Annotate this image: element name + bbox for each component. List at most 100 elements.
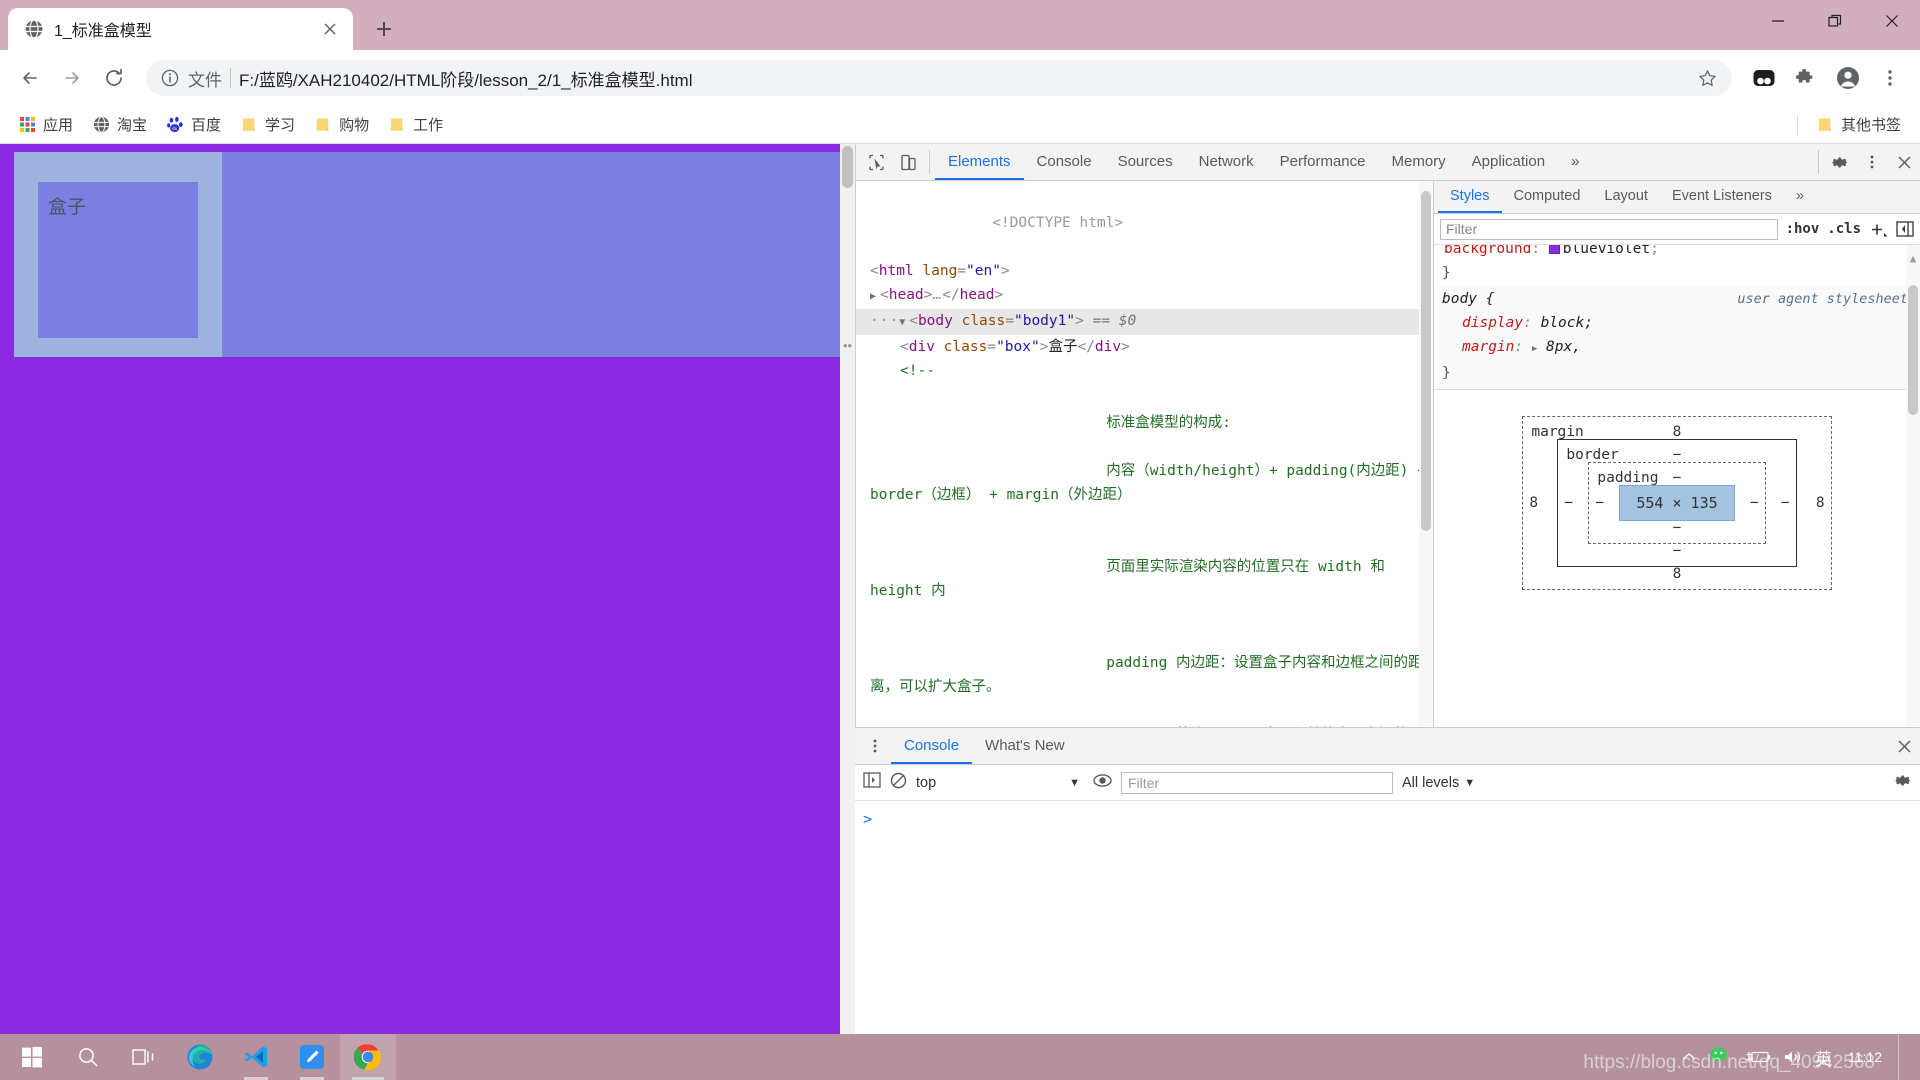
styles-tab-computed[interactable]: Computed [1502, 181, 1593, 213]
live-expression-icon[interactable] [1093, 772, 1112, 794]
padding-top-value[interactable]: − [1589, 466, 1764, 490]
devtools-close-icon[interactable] [1888, 144, 1920, 180]
box-model-border[interactable]: border − − − − padding − − − − 554 × 135 [1557, 439, 1797, 567]
profile-avatar-icon[interactable] [1828, 58, 1868, 98]
devtools-tab-console[interactable]: Console [1024, 144, 1105, 180]
dom-line-body-selected[interactable]: ···▼ <body class="body1"> == $0 [856, 309, 1433, 335]
dom-scrollbar-thumb[interactable] [1421, 191, 1431, 531]
clear-console-icon[interactable] [890, 772, 907, 794]
bookmark-baidu[interactable]: du 百度 [158, 110, 230, 139]
styles-more-tabs-icon[interactable]: » [1784, 181, 1816, 213]
taskbar-item-notes[interactable] [284, 1034, 340, 1080]
star-icon[interactable] [1690, 61, 1724, 95]
taskbar-clock[interactable]: 11:12 [1844, 1049, 1886, 1065]
padding-left-value[interactable]: − [1595, 491, 1604, 515]
color-swatch[interactable] [1548, 245, 1560, 254]
other-bookmarks-button[interactable]: 其他书签 [1808, 110, 1910, 139]
styles-rule-body[interactable]: body { user agent stylesheet display: bl… [1434, 285, 1920, 390]
new-tab-button[interactable] [367, 12, 401, 46]
console-filter-input[interactable]: Filter [1121, 771, 1393, 794]
bookmark-apps[interactable]: 应用 [10, 110, 82, 139]
styles-scrollbar-thumb[interactable] [1908, 285, 1918, 415]
task-view-button[interactable] [116, 1034, 172, 1080]
devtools-more-tabs-icon[interactable]: » [1558, 144, 1592, 180]
chrome-menu-icon[interactable] [1870, 58, 1910, 98]
tray-overflow-icon[interactable] [1681, 1050, 1697, 1064]
volume-icon[interactable] [1783, 1049, 1803, 1065]
extensions-puzzle-icon[interactable] [1786, 58, 1826, 98]
devtools-tab-network[interactable]: Network [1186, 144, 1267, 180]
style-declaration-display[interactable]: display: block; [1434, 311, 1920, 335]
page-scrollbar-thumb[interactable] [842, 146, 853, 188]
taskbar-item-vscode[interactable] [228, 1034, 284, 1080]
dom-line-comment-open[interactable]: <!-- [856, 359, 1433, 383]
gear-icon[interactable] [1824, 144, 1856, 180]
padding-bottom-value[interactable]: − [1589, 516, 1764, 540]
info-circle-icon[interactable] [160, 68, 180, 88]
dom-line-html[interactable]: <html lang="en"> [856, 259, 1433, 283]
styles-rule-clipped[interactable]: background: blueviolet; [1434, 245, 1920, 261]
address-bar[interactable]: 文件 F:/蓝鸥/XAH210402/HTML阶段/lesson_2/1_标准盒… [146, 60, 1732, 96]
expand-shorthand-icon[interactable]: ▶ [1532, 344, 1537, 354]
hov-toggle[interactable]: :hov [1786, 221, 1820, 237]
devtools-tab-application[interactable]: Application [1459, 144, 1558, 180]
box-model-margin[interactable]: margin 8 8 8 8 border − − − − padding − … [1522, 416, 1832, 590]
bookmark-folder-study[interactable]: 学习 [232, 110, 304, 139]
close-icon[interactable] [317, 16, 343, 42]
border-left-value[interactable]: − [1564, 491, 1573, 515]
bookmark-taobao[interactable]: 淘宝 [84, 110, 156, 139]
console-sidebar-icon[interactable] [863, 772, 881, 793]
devtools-tab-elements[interactable]: Elements [935, 144, 1024, 180]
rendered-page[interactable]: 盒子 •• [0, 144, 855, 1039]
minimize-button[interactable] [1749, 0, 1806, 42]
dom-line-head[interactable]: ▶ <head>…</head> [856, 283, 1433, 309]
browser-tab[interactable]: 1_标准盒模型 [8, 8, 353, 50]
bookmark-folder-work[interactable]: 工作 [380, 110, 452, 139]
taskbar-item-chrome[interactable] [340, 1034, 396, 1080]
style-declaration-margin[interactable]: margin: ▶ 8px, [1434, 335, 1920, 361]
ime-indicator[interactable]: 英 [1815, 1045, 1832, 1070]
drawer-tab-console[interactable]: Console [891, 728, 973, 764]
padding-right-value[interactable]: − [1750, 491, 1759, 515]
devtools-tab-memory[interactable]: Memory [1379, 144, 1459, 180]
close-button[interactable] [1863, 0, 1920, 42]
dom-line-doctype[interactable]: <!DOCTYPE html> [856, 187, 1433, 259]
styles-filter-input[interactable]: Filter [1440, 218, 1778, 240]
styles-tab-event-listeners[interactable]: Event Listeners [1660, 181, 1784, 213]
devtools-tab-performance[interactable]: Performance [1267, 144, 1379, 180]
styles-rule-selector[interactable]: body { [1442, 287, 1494, 311]
start-button[interactable] [4, 1034, 60, 1080]
gear-icon[interactable] [1895, 772, 1912, 794]
margin-left-value[interactable]: 8 [1529, 491, 1538, 515]
extension-dark-icon[interactable] [1744, 58, 1784, 98]
console-levels-selector[interactable]: All levels ▼ [1402, 775, 1475, 791]
styles-tab-styles[interactable]: Styles [1438, 181, 1502, 213]
box-model-padding[interactable]: padding − − − − 554 × 135 [1588, 462, 1766, 544]
console-output[interactable]: > [855, 801, 1920, 1039]
console-context-selector[interactable]: top ▼ [916, 775, 1084, 791]
device-toolbar-icon[interactable] [892, 144, 924, 180]
toggle-sidebar-icon[interactable] [1896, 221, 1914, 237]
styles-tab-layout[interactable]: Layout [1592, 181, 1660, 213]
inspect-cursor-icon[interactable] [860, 144, 892, 180]
devtools-main-menu-icon[interactable] [1856, 144, 1888, 180]
margin-right-value[interactable]: 8 [1816, 491, 1825, 515]
cls-toggle[interactable]: .cls [1827, 221, 1861, 237]
forward-button[interactable] [52, 58, 92, 98]
drawer-tab-whats-new[interactable]: What's New [972, 728, 1078, 764]
scroll-up-icon[interactable]: ▲ [1907, 247, 1919, 271]
drawer-close-icon[interactable] [1888, 728, 1920, 764]
wechat-icon[interactable] [1709, 1046, 1733, 1068]
maximize-button[interactable] [1806, 0, 1863, 42]
devtools-tab-sources[interactable]: Sources [1105, 144, 1186, 180]
battery-charging-icon[interactable] [1745, 1049, 1771, 1065]
back-button[interactable] [10, 58, 50, 98]
show-desktop-button[interactable] [1898, 1034, 1906, 1080]
taskbar-item-edge[interactable] [172, 1034, 228, 1080]
border-right-value[interactable]: − [1781, 491, 1790, 515]
bookmark-folder-shopping[interactable]: 购物 [306, 110, 378, 139]
drawer-menu-icon[interactable] [859, 728, 891, 764]
reload-button[interactable] [94, 58, 134, 98]
search-button[interactable] [60, 1034, 116, 1080]
dom-line-div-box[interactable]: <div class="box">盒子</div> [856, 335, 1433, 359]
